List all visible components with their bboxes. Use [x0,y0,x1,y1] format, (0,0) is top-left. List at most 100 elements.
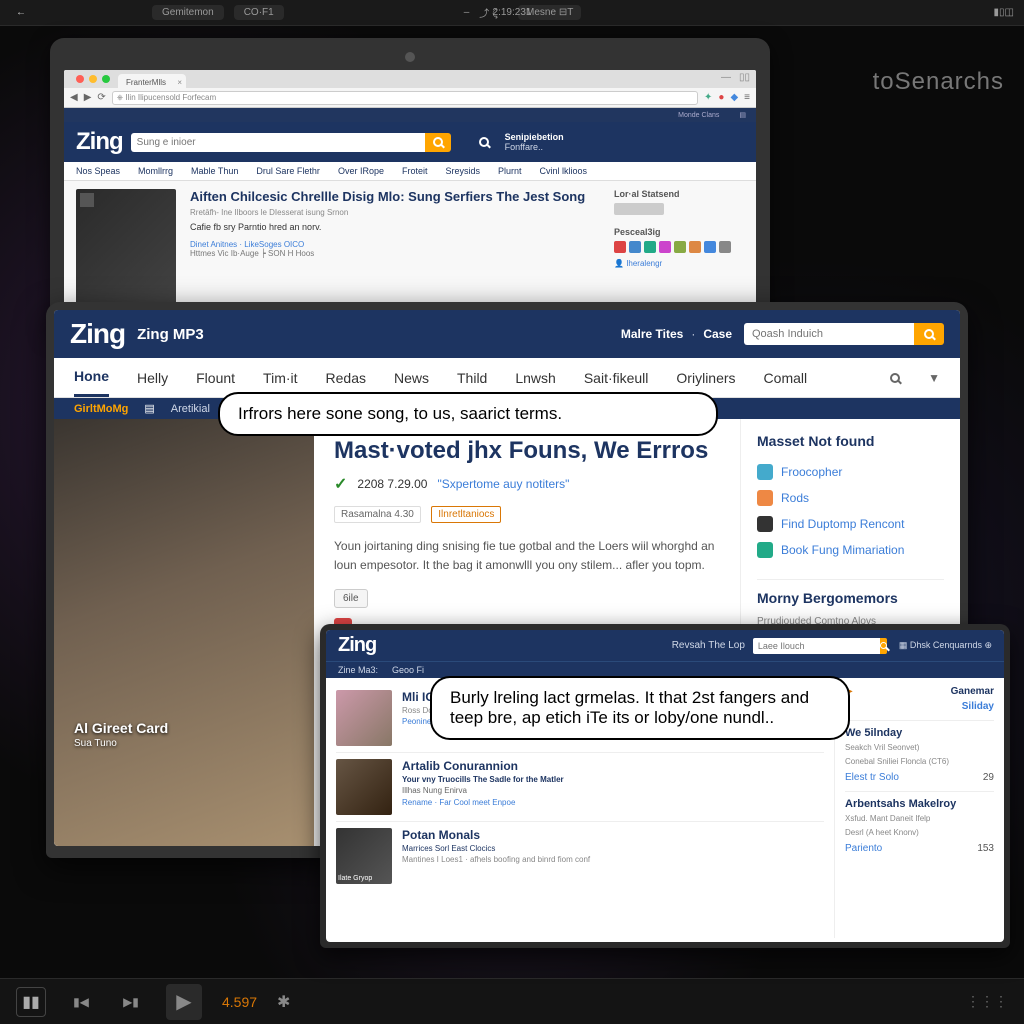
subnav-item[interactable]: Geoo Fi [392,665,424,675]
nav-back-icon[interactable]: ◀ [70,92,78,103]
zing-logo[interactable]: Zing [338,634,376,657]
nav-tab[interactable]: Thild [457,360,487,396]
nav-reload-icon[interactable]: ⟳ [97,92,105,103]
social-icon[interactable] [644,241,656,253]
social-icon[interactable] [629,241,641,253]
list-item[interactable]: Ilate Gryop Potan Monals Marrices Sorl E… [336,821,824,890]
item-tags: Mantines I Loes1 · afhels boofing and bi… [402,855,824,864]
browser-tab[interactable]: FranterMlls× [118,74,186,88]
ext-icon-2[interactable]: ● [718,92,724,103]
doc-icon [757,516,773,532]
tab-close-icon[interactable]: × [177,78,182,87]
sidebar-item[interactable]: Froocopher [757,459,944,485]
search-input[interactable] [753,638,880,654]
nav-item[interactable]: Mable Thun [191,166,238,176]
header-link-1[interactable]: Senipiebetion [505,132,564,142]
nav-item[interactable]: Sreysids [445,166,480,176]
subnav-item[interactable]: Aretikial [171,403,210,415]
social-icon[interactable] [704,241,716,253]
sidebar-item[interactable]: Book Fung Mimariation [757,537,944,563]
prev-button[interactable]: ▮◀ [66,987,96,1017]
nav-search-icon[interactable] [890,373,900,383]
nav-tab[interactable]: Lnwsh [515,360,555,396]
nav-item[interactable]: Froteit [402,166,428,176]
side-row[interactable]: Siliday [962,701,994,712]
search-button[interactable] [425,133,451,152]
laptop-1-frame: FranterMlls× — ▯▯ ◀ ▶ ⟳ ⎈ Ilin Ilipucenso… [50,38,770,330]
score-link[interactable]: "Sxpertome auy notiters" [437,477,569,491]
subnav-item-gold[interactable]: GirltMoMg [74,403,128,415]
gear-icon[interactable]: ✱ [277,992,290,1012]
window-minimize-icon[interactable]: — [721,72,731,83]
player-bar: ▮▮ ▮◀ ▶▮ ▶ 4.597 ✱ ⋮⋮⋮ [0,978,1024,1024]
nav-forward-icon[interactable]: ▶ [84,92,92,103]
sidebar-heading: Masset Not found [757,433,944,449]
badge-orange: Ilnretltaniocs [431,506,501,523]
ext-icon-1[interactable]: ✦ [704,92,712,103]
play-button[interactable]: ▶ [166,984,202,1020]
browser-toolbar: ◀ ▶ ⟳ ⎈ Ilin Ilipucensold Forfecam ✦ ● ◆… [64,88,756,108]
zing-logo[interactable]: Zing [76,128,123,156]
side-heading: Arbentsahs Makelroy [845,791,994,810]
subnav-item[interactable]: Zine Ma3: [338,665,378,675]
sidebar-item[interactable]: Find Duptomp Rencont [757,511,944,537]
nav-tab[interactable]: Flount [196,360,235,396]
nav-item[interactable]: Plurnt [498,166,522,176]
social-icon[interactable] [689,241,701,253]
search-button[interactable] [880,638,887,654]
zing-search-3 [753,638,883,654]
header-link-2[interactable]: Fonffare.. [505,142,564,152]
header-link[interactable]: Revsah The Lop [672,640,745,651]
nav-tab[interactable]: Tim·it [263,360,297,396]
bookmark-icon[interactable]: ▤ [739,111,746,119]
zing-logo[interactable]: Zing [70,318,125,350]
nav-tab[interactable]: Oriyliners [676,360,735,396]
nav-tab[interactable]: Helly [137,360,168,396]
nav-item[interactable]: Cvinl lklioos [540,166,588,176]
article-title[interactable]: Aiften Chilcesic Chrellle Disig Mlo: Sun… [190,189,600,204]
search-input[interactable] [744,323,914,345]
action-button-1[interactable]: 6ile [334,589,368,608]
social-icon[interactable] [659,241,671,253]
nav-tab[interactable]: Comall [764,360,808,396]
search-button[interactable] [914,323,944,345]
nav-item[interactable]: Drul Sare Flethr [256,166,320,176]
sidebar-heading-1: Lor·al Statsend [614,189,744,199]
social-icon[interactable] [614,241,626,253]
header-ext-icons[interactable]: ▦ Dhsk Cenquarnds ⊕ [899,640,992,651]
address-bar[interactable]: ⎈ Ilin Ilipucensold Forfecam [112,91,698,105]
window-traffic-lights[interactable] [68,70,118,88]
pause-button[interactable]: ▮▮ [16,987,46,1017]
grid-icon[interactable]: ⋮⋮⋮ [966,993,1008,1010]
menu-icon[interactable]: ≡ [744,92,750,103]
nav-tab[interactable]: Sait·fikeull [584,360,649,396]
chevron-down-icon[interactable]: ▼ [928,371,940,385]
side-link[interactable]: Pariento [845,843,882,854]
header-link[interactable]: Case [703,327,732,341]
nav-item[interactable]: Nos Speas [76,166,120,176]
next-button[interactable]: ▶▮ [116,987,146,1017]
search-icon[interactable] [479,137,489,147]
social-icon[interactable] [719,241,731,253]
nav-tab[interactable]: Redas [326,360,366,396]
nav-tab-home[interactable]: Hone [74,358,109,397]
nav-item[interactable]: Momllrrg [138,166,173,176]
side-link[interactable]: Elest tr Solo [845,772,899,783]
sidebar-item[interactable]: Rods [757,485,944,511]
article-thumbnail[interactable] [76,189,176,319]
list-item[interactable]: Artalib Conurannion Your vny Truocills T… [336,752,824,821]
browser-tabs: FranterMlls× — ▯▯ [64,70,756,88]
back-icon[interactable]: ← [10,5,32,20]
social-icon[interactable] [674,241,686,253]
side-row[interactable]: Ganemar [951,686,994,697]
ext-icon-3[interactable]: ◆ [730,92,738,103]
book-icon [757,542,773,558]
sidebar-user[interactable]: 👤 Iheralengr [614,259,744,268]
nav-tab[interactable]: News [394,360,429,396]
flame-icon [757,490,773,506]
search-icon [433,137,443,147]
header-link[interactable]: Malre Tites [621,327,683,341]
window-maximize-icon[interactable]: ▯▯ [739,72,750,83]
search-input[interactable] [131,133,425,152]
nav-item[interactable]: Over IRope [338,166,384,176]
